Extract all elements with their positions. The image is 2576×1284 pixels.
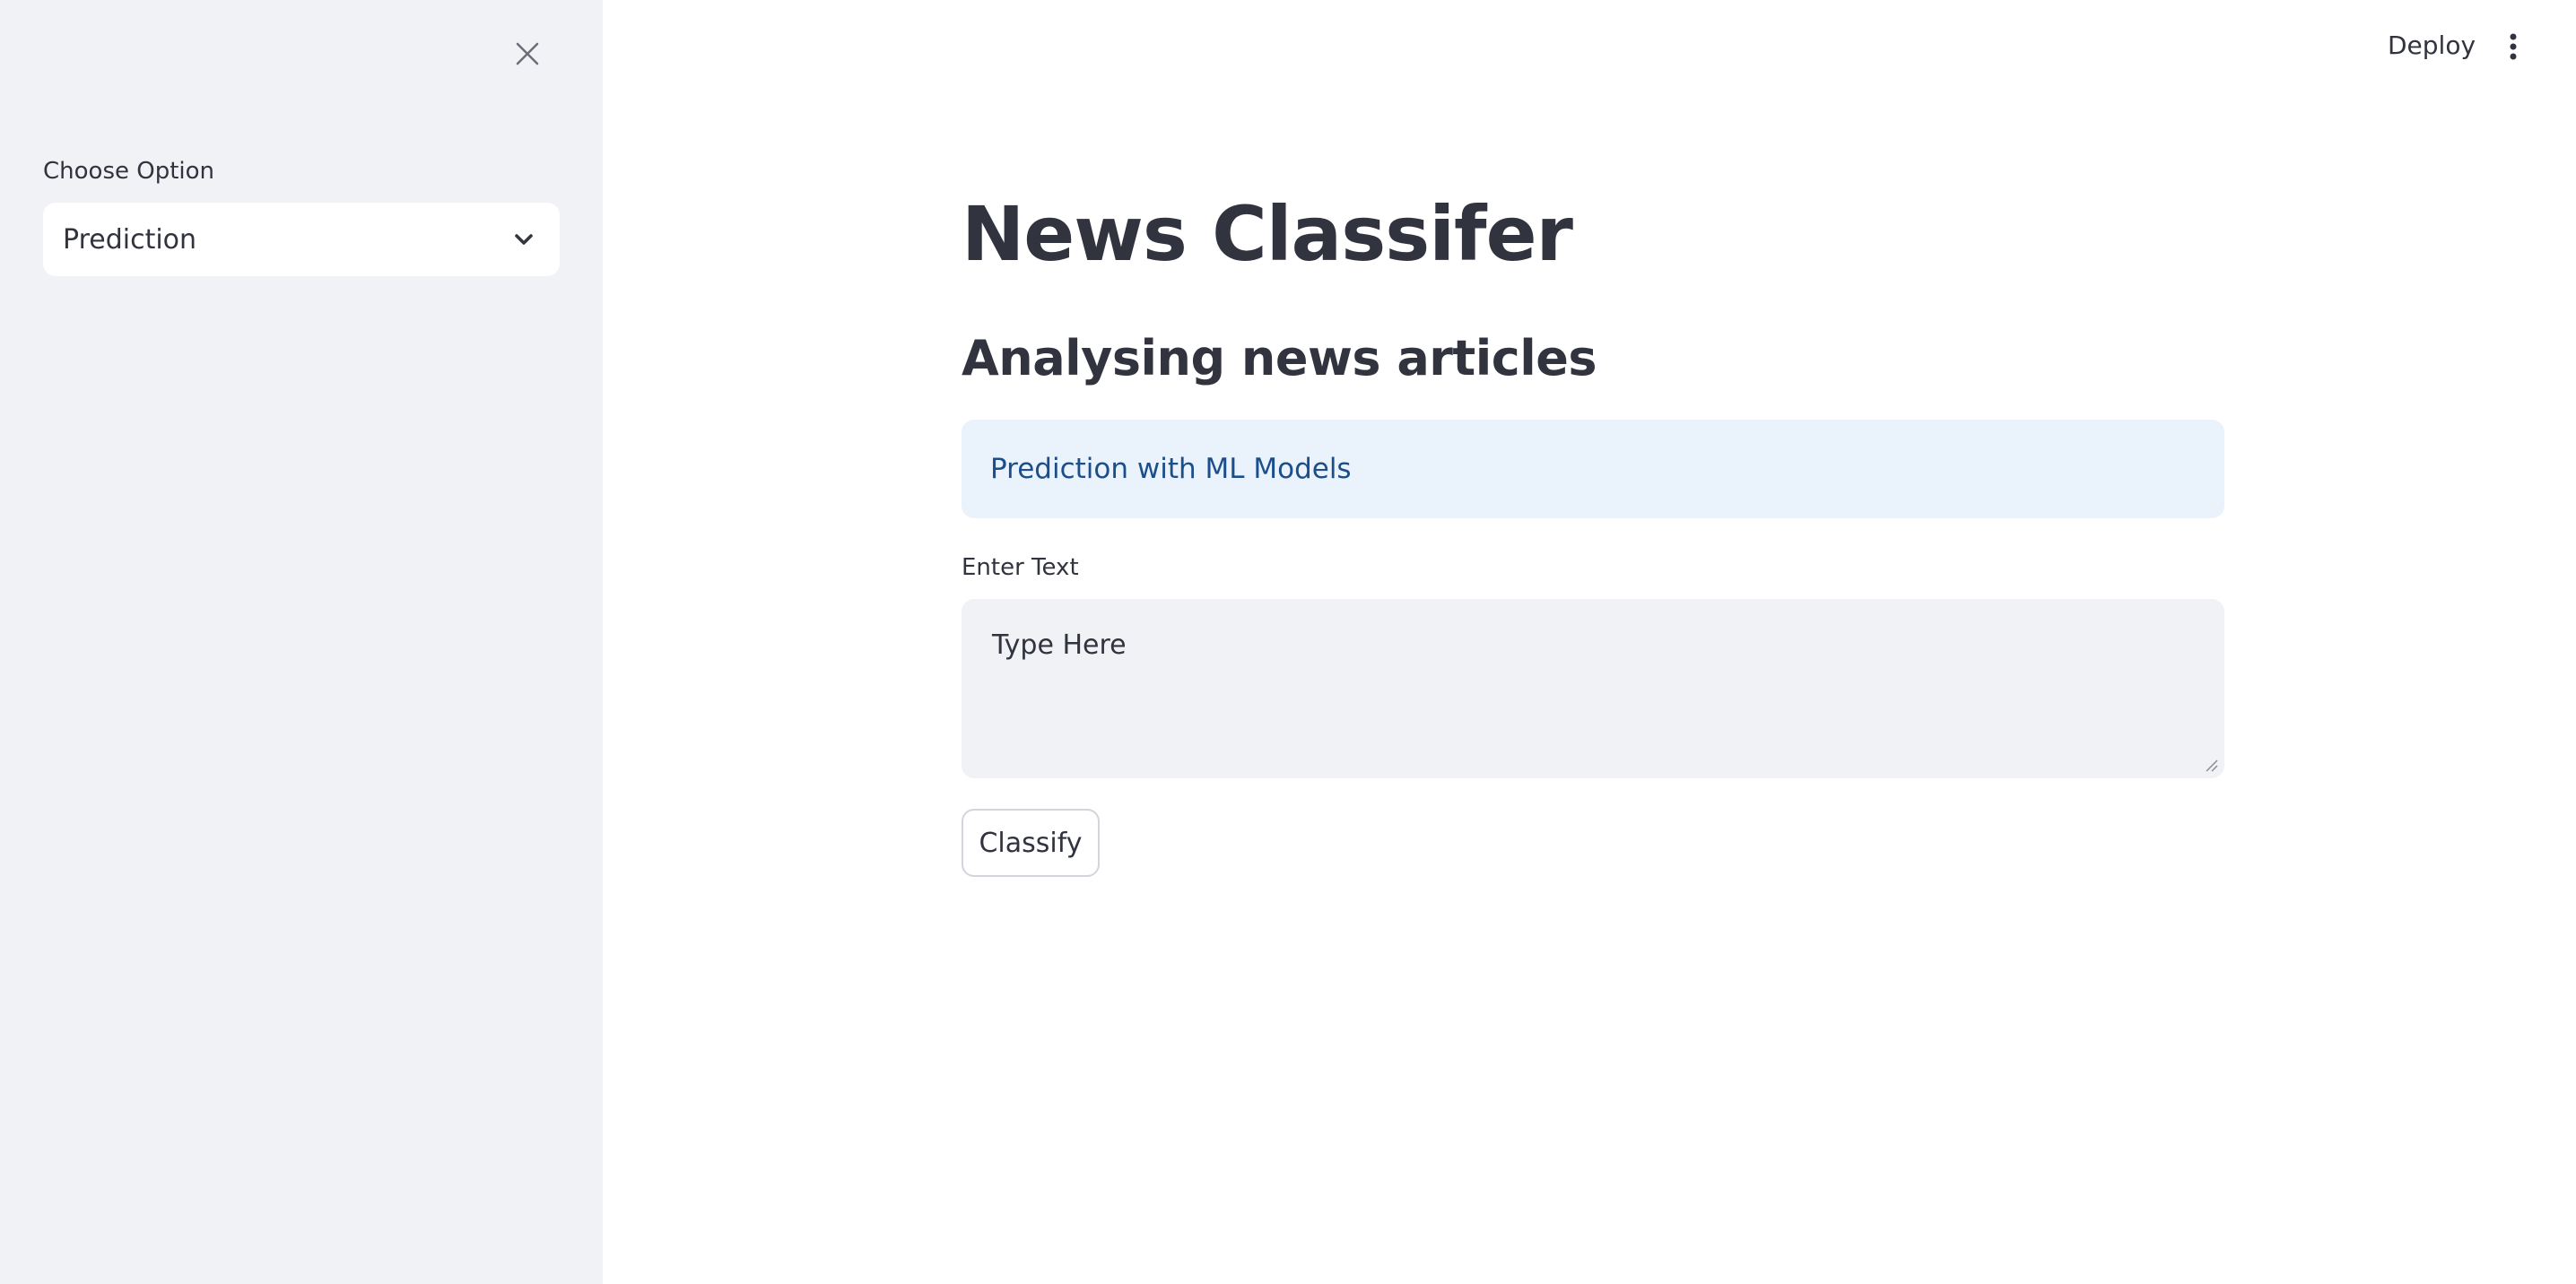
text-input-label: Enter Text — [962, 554, 1079, 581]
close-sidebar-button[interactable] — [509, 36, 545, 72]
page-subtitle: Analysing news articles — [962, 330, 1597, 386]
text-input-area[interactable]: Type Here — [962, 599, 2224, 778]
info-alert: Prediction with ML Models — [962, 420, 2224, 518]
sidebar: Choose Option Prediction — [0, 0, 603, 1284]
select-value: Prediction — [63, 223, 197, 256]
main-menu-button[interactable] — [2499, 29, 2528, 65]
classify-button[interactable]: Classify — [962, 809, 1100, 877]
close-icon — [516, 42, 539, 65]
more-vertical-icon — [2510, 33, 2517, 60]
info-alert-text: Prediction with ML Models — [990, 453, 1352, 485]
page-title: News Classifer — [962, 190, 1573, 278]
option-select[interactable]: Prediction — [43, 203, 560, 276]
resize-handle-icon[interactable] — [2201, 755, 2219, 773]
select-label: Choose Option — [43, 158, 215, 185]
text-input-value: Type Here — [992, 629, 1127, 661]
chevron-down-icon — [511, 227, 536, 252]
deploy-button[interactable]: Deploy — [2388, 30, 2476, 60]
app-window: Choose Option Prediction Deploy News Cla… — [0, 0, 2576, 1284]
